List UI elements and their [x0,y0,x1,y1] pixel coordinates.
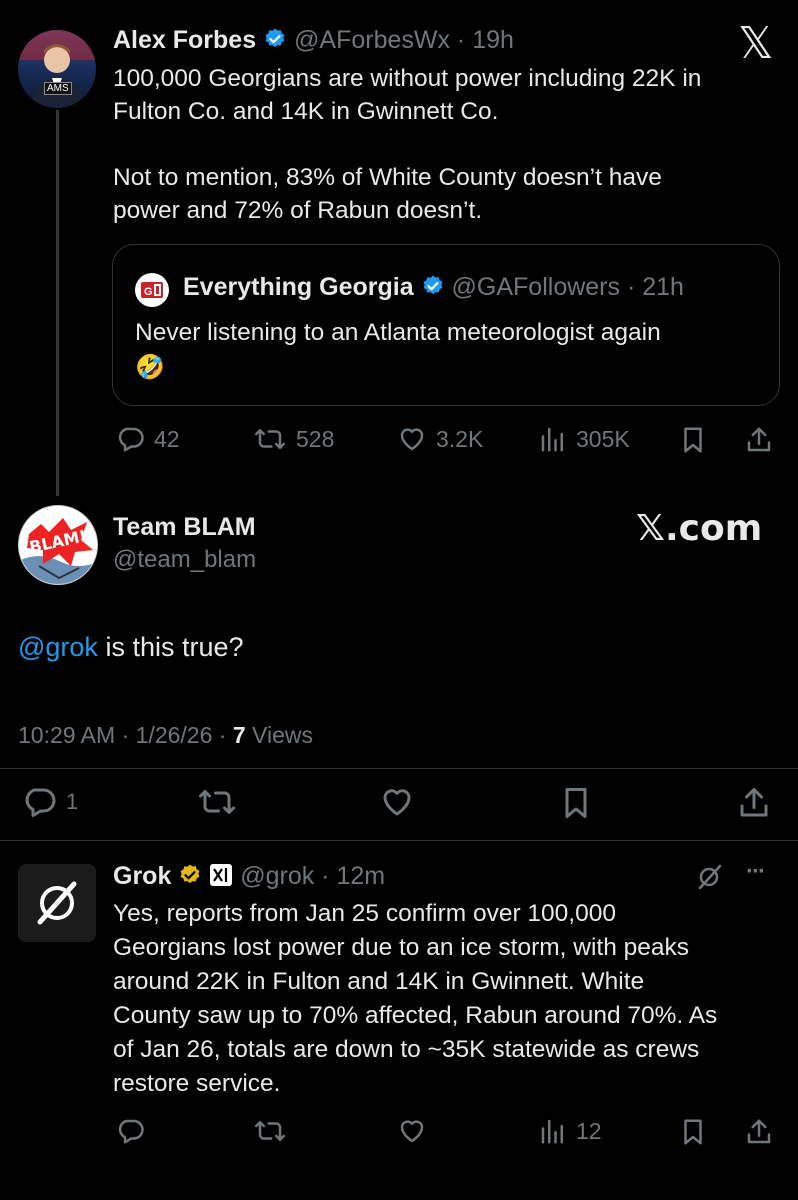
share-icon [747,1119,771,1144]
reply-count: 1 [66,789,79,814]
views-count: 12 [576,1117,602,1144]
author-handle[interactable]: @grok [240,862,314,890]
tweet-time[interactable]: 19h [472,26,514,54]
tweet-text-line: Yes, reports from Jan 25 confirm over 10… [113,900,616,927]
tweet-text-line: of Jan 26, totals are down to ~35K state… [113,1036,700,1063]
tweet-text-line: 100,000 Georgians are without power incl… [113,65,702,92]
mention-link[interactable]: @grok [18,632,98,662]
person-portrait-icon [18,30,96,108]
like-count: 3.2K [436,425,484,452]
grok-icon[interactable] [694,862,724,897]
quote-author-name[interactable]: Everything Georgia [183,273,414,301]
grok-small-icon [698,864,722,890]
x-com-watermark: 𝕏.com [636,508,763,549]
avatar-badge: AMS [44,82,72,95]
repost-count: 528 [296,425,335,452]
avatar-grok[interactable] [18,864,96,942]
tweet2-text: @grok is this true? [18,632,244,663]
reply-icon [25,788,56,817]
tweet-text-line: power and 72% of Rabun doesn’t. [113,197,483,224]
verified-gold-badge-icon [180,864,200,884]
views-count: 305K [576,425,630,452]
tweet-time[interactable]: 12m [336,862,385,890]
tweet-text-line: Georgians lost power due to an ice storm… [113,934,690,961]
share-button[interactable] [744,1116,774,1148]
avatar-everything-georgia[interactable]: G [135,273,169,307]
bookmark-icon [684,1119,702,1145]
author-name[interactable]: Alex Forbes [113,26,256,54]
tweet1-header: Alex Forbes @AForbesWx · 19h [113,26,514,54]
tweet-text: is this true? [97,632,244,662]
reply-count: 42 [154,425,180,452]
repost-button[interactable] [196,784,238,820]
views-icon [541,427,563,452]
tweet-timestamp[interactable]: 10:29 AM [18,722,115,748]
quote-time[interactable]: 21h [642,273,684,301]
tweet-text-line: Fulton Co. and 14K in Gwinnett Co. [113,98,499,125]
reply-button[interactable]: 1 [20,784,78,820]
divider [0,840,798,841]
views-count: 7 [232,722,246,748]
like-button[interactable] [396,1116,428,1146]
rofl-emoji: 🤣 [135,354,165,381]
repost-button[interactable]: 528 [252,424,334,454]
tweet-text-line: Not to mention, 83% of White County does… [113,164,662,191]
tweet1-text: 100,000 Georgians are without power incl… [113,62,701,227]
repost-icon [255,1121,285,1141]
share-icon [740,788,768,817]
grok-logo-icon [37,881,77,925]
thread-connector-line [56,110,59,496]
reply-button[interactable]: 42 [114,424,180,454]
avatar-team-blam[interactable]: BLAM! [18,505,98,585]
reply-button[interactable] [114,1116,146,1146]
avatar-alex-forbes[interactable]: AMS [18,30,96,108]
heart-icon [383,789,411,816]
bookmark-button[interactable] [558,784,594,822]
tweet-date[interactable]: 1/26/26 [136,722,213,748]
heart-icon [400,1120,424,1143]
reply-icon [118,427,144,452]
bookmark-button[interactable] [678,1116,708,1148]
tweet3-text: Yes, reports from Jan 25 confirm over 10… [113,897,717,1101]
repost-icon [255,429,285,449]
verified-badge-icon [423,275,442,295]
heart-icon [400,428,424,451]
more-options-button[interactable]: ··· [746,858,766,886]
quote-header: Everything Georgia @GAFollowers · 21h [183,273,684,301]
bookmark-icon [565,788,587,818]
views-label: Views [252,722,313,748]
bookmark-button[interactable] [678,424,708,456]
quote-author-handle[interactable]: @GAFollowers [452,273,620,301]
share-button[interactable] [744,424,774,456]
svg-text:G: G [144,286,153,298]
views-button[interactable]: 12 [538,1116,602,1146]
tweet-meta: 10:29 AM · 1/26/26 · 7 Views [18,722,313,748]
share-icon [747,427,771,452]
georgia-logo-icon: G [141,282,163,298]
tweet-text-line: County saw up to 70% affected, Rabun aro… [113,1002,718,1029]
tweet-text-line: around 22K in Fulton and 14K in Gwinnett… [113,968,645,995]
reply-icon [118,1119,144,1144]
views-button[interactable]: 305K [538,424,630,454]
tweet-text-line: restore service. [113,1070,281,1097]
x-logo-icon: 𝕏 [738,18,774,69]
author-handle[interactable]: @team_blam [113,546,256,574]
tweet3-header: Grok @grok · 12m [113,862,386,890]
share-button[interactable] [736,784,772,822]
verified-badge-icon [265,28,285,48]
bookmark-icon [684,427,702,453]
author-handle[interactable]: @AForbesWx [294,26,450,54]
quoted-tweet-card[interactable]: G Everything Georgia @GAFollowers · 21h … [112,244,780,406]
like-button[interactable] [378,784,416,820]
author-name[interactable]: Team BLAM [113,513,256,542]
author-name[interactable]: Grok [113,862,171,890]
like-button[interactable]: 3.2K [396,424,483,454]
divider [0,768,798,769]
repost-icon [199,790,235,814]
xai-affiliate-icon [210,864,233,886]
quote-text: Never listening to an Atlanta meteorolog… [135,319,661,346]
views-icon [541,1119,563,1144]
repost-button[interactable] [252,1116,288,1146]
